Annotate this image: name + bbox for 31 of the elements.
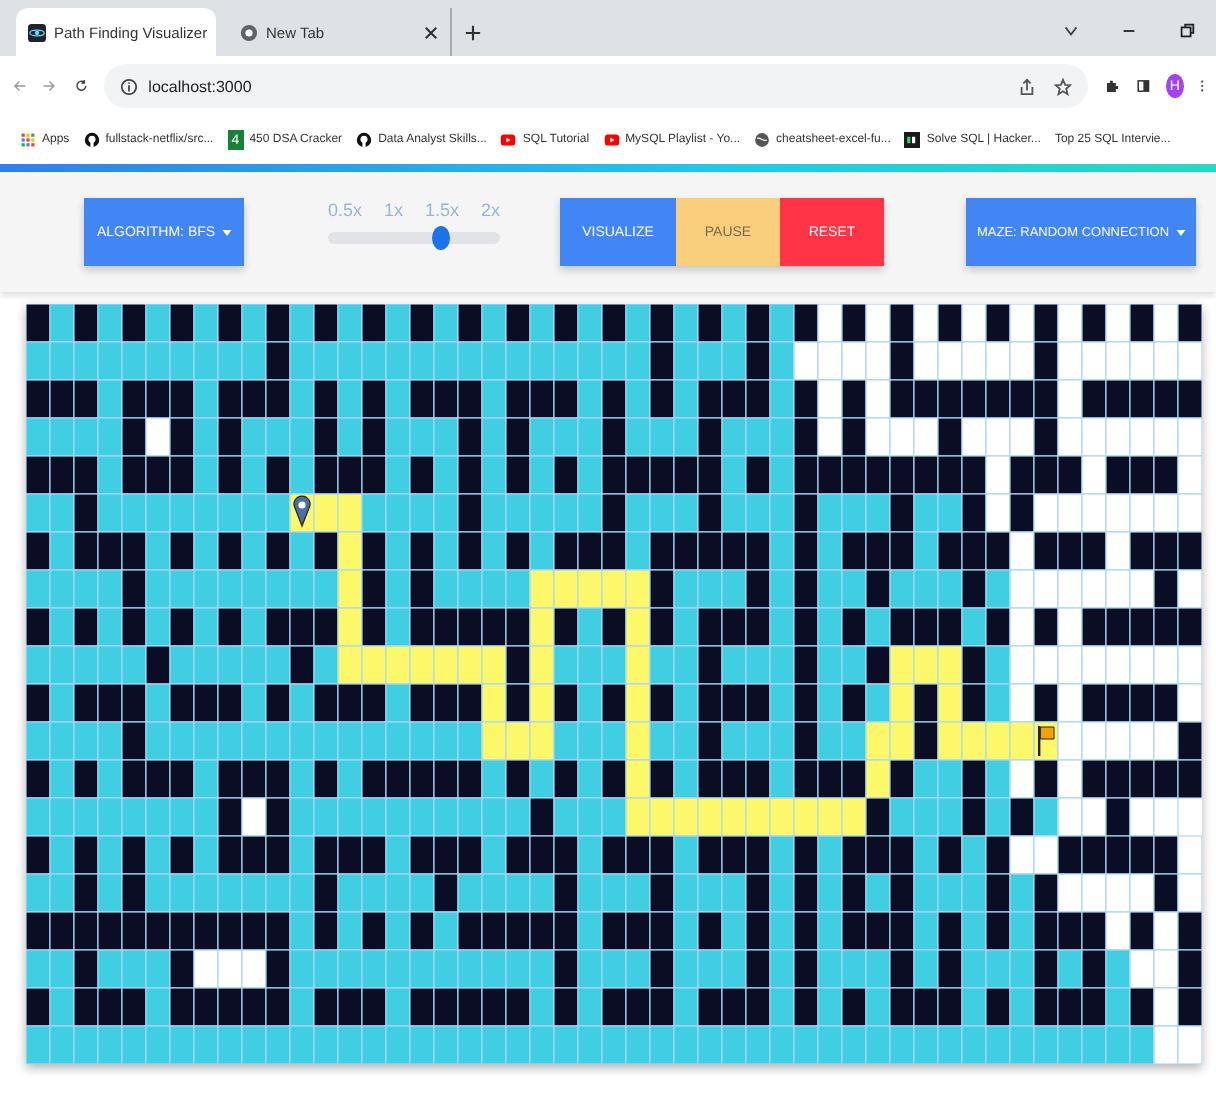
new-tab-icon[interactable] xyxy=(464,24,482,42)
share-icon[interactable] xyxy=(1018,77,1037,95)
forward-icon[interactable] xyxy=(42,76,58,96)
slider-thumb[interactable] xyxy=(431,226,450,250)
address-bar[interactable]: localhost:3000 xyxy=(104,64,1089,108)
play-icon xyxy=(500,132,517,148)
speed-label: 0.5x xyxy=(328,200,363,220)
reload-icon[interactable] xyxy=(73,76,89,96)
speed-slider[interactable] xyxy=(328,232,500,244)
chevron-icon[interactable] xyxy=(1062,22,1080,40)
speed-label: 1x xyxy=(383,200,403,220)
close-icon[interactable] xyxy=(424,25,438,39)
star-icon[interactable] xyxy=(1054,77,1073,95)
sidebar-icon[interactable] xyxy=(1135,76,1150,96)
puzzle-icon[interactable] xyxy=(1104,76,1120,96)
github-icon xyxy=(83,132,100,148)
maze-grid-drawing[interactable] xyxy=(26,304,1202,1064)
back-icon[interactable] xyxy=(12,76,27,96)
terminal-icon xyxy=(904,132,921,148)
info-icon xyxy=(120,77,139,95)
caret-icon xyxy=(221,229,232,235)
speed-label: 2x xyxy=(480,200,500,220)
globe-icon xyxy=(754,132,771,148)
restore-icon[interactable] xyxy=(1178,22,1196,40)
github-icon xyxy=(356,132,373,148)
app-icon xyxy=(28,23,46,41)
chrome-icon xyxy=(240,23,258,41)
speed-label: 1.5x xyxy=(424,200,459,220)
caret-icon xyxy=(1175,229,1186,235)
play-icon xyxy=(603,132,620,148)
apps-grid-icon xyxy=(20,132,36,148)
